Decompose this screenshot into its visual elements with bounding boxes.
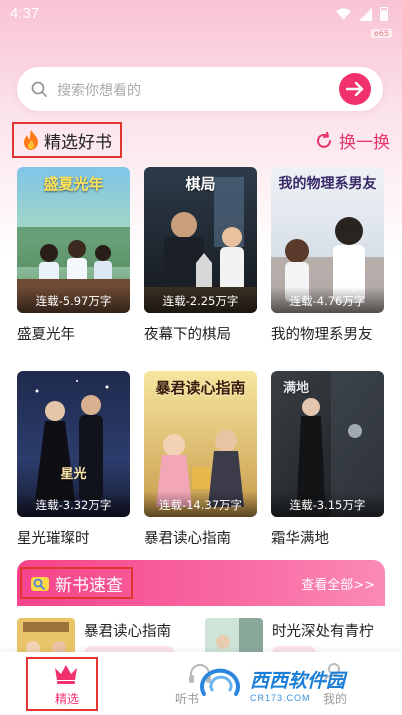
book-title[interactable]: 霜华满地 [271, 527, 384, 548]
search-icon [31, 81, 47, 97]
new-books-banner: 新书速查 查看全部>> [17, 560, 385, 606]
refresh-label: 换一换 [339, 133, 390, 153]
new-books-title-highlight: 新书速查 [20, 567, 133, 599]
cover-title: 满地 [283, 381, 310, 396]
search-input[interactable]: 搜索你想看的 [57, 80, 141, 100]
nav-item-featured[interactable]: 精选 [0, 652, 134, 715]
new-book-title[interactable]: 暴君读心指南 [84, 620, 171, 641]
cover-title: 暴君读心指南 [155, 379, 246, 397]
new-books-title: 新书速查 [55, 575, 123, 596]
featured-title: 精选好书 [44, 132, 112, 153]
cover-title: 盛夏光年 [43, 175, 104, 193]
book-card[interactable]: 盛夏光年 连载-5.97万字 盛夏光年 [17, 167, 130, 344]
book-status: 连载-5.97万字 [17, 287, 130, 313]
wifi-icon [336, 8, 351, 20]
book-title[interactable]: 盛夏光年 [17, 323, 130, 344]
book-card[interactable]: 满地 连载-3.15万字 霜华满地 [271, 371, 384, 548]
refresh-icon [317, 131, 331, 148]
book-status: 连载-14.37万字 [144, 491, 257, 517]
watermark-text: 西西软件园 [250, 669, 346, 692]
cover-title: 我的物理系男友 [278, 176, 377, 192]
see-all-link[interactable]: 查看全部>> [301, 574, 375, 593]
crown-icon [55, 665, 77, 684]
book-status: 连载-4.76万字 [271, 287, 384, 313]
book-cover[interactable]: 棋局 连载-2.25万字 [144, 167, 257, 313]
cover-title: 棋局 [185, 175, 216, 193]
watermark-subtext: CR173.COM [250, 692, 311, 703]
book-status: 连载-2.25万字 [144, 287, 257, 313]
book-status: 连载-3.32万字 [17, 491, 130, 517]
arrow-right-icon [346, 82, 364, 96]
signal-icon [359, 7, 372, 21]
book-cover[interactable]: 我的物理系男友 连载-4.76万字 [271, 167, 384, 313]
book-cover[interactable]: 暴君读心指南 连载-14.37万字 [144, 371, 257, 517]
book-cover[interactable]: 星光 连载-3.32万字 [17, 371, 130, 517]
battery-icon [380, 7, 388, 21]
book-title[interactable]: 我的物理系男友 [271, 323, 384, 344]
site-watermark: 西西软件园 CR173.COM [196, 660, 384, 708]
status-time: 4:37 [10, 5, 40, 22]
nav-label: 精选 [54, 692, 79, 706]
book-card[interactable]: 我的物理系男友 连载-4.76万字 我的物理系男友 [271, 167, 384, 344]
book-title[interactable]: 暴君读心指南 [144, 527, 257, 548]
status-badge: e65 [370, 29, 392, 38]
refresh-button[interactable]: 换一换 [315, 128, 390, 153]
status-icons [336, 7, 388, 21]
book-card[interactable]: 暴君读心指南 连载-14.37万字 暴君读心指南 [144, 371, 257, 548]
new-book-title[interactable]: 时光深处有青柠 [272, 620, 374, 641]
flame-icon [24, 130, 38, 150]
book-cover[interactable]: 盛夏光年 连载-5.97万字 [17, 167, 130, 313]
featured-section-header: 精选好书 换一换 [12, 122, 392, 158]
featured-title-highlight: 精选好书 [12, 122, 122, 158]
book-title[interactable]: 星光璀璨时 [17, 527, 130, 548]
book-status: 连载-3.15万字 [271, 491, 384, 517]
cover-title: 星光 [60, 467, 87, 482]
book-title[interactable]: 夜幕下的棋局 [144, 323, 257, 344]
search-submit-button[interactable] [339, 73, 371, 105]
watermark-logo-icon [200, 668, 240, 696]
book-card[interactable]: 星光 连载-3.32万字 星光璀璨时 [17, 371, 130, 548]
book-cover[interactable]: 满地 连载-3.15万字 [271, 371, 384, 517]
book-search-icon [31, 577, 49, 591]
status-bar: 4:37 e65 [0, 0, 402, 38]
search-bar[interactable]: 搜索你想看的 [17, 67, 383, 111]
book-card[interactable]: 棋局 连载-2.25万字 夜幕下的棋局 [144, 167, 257, 344]
